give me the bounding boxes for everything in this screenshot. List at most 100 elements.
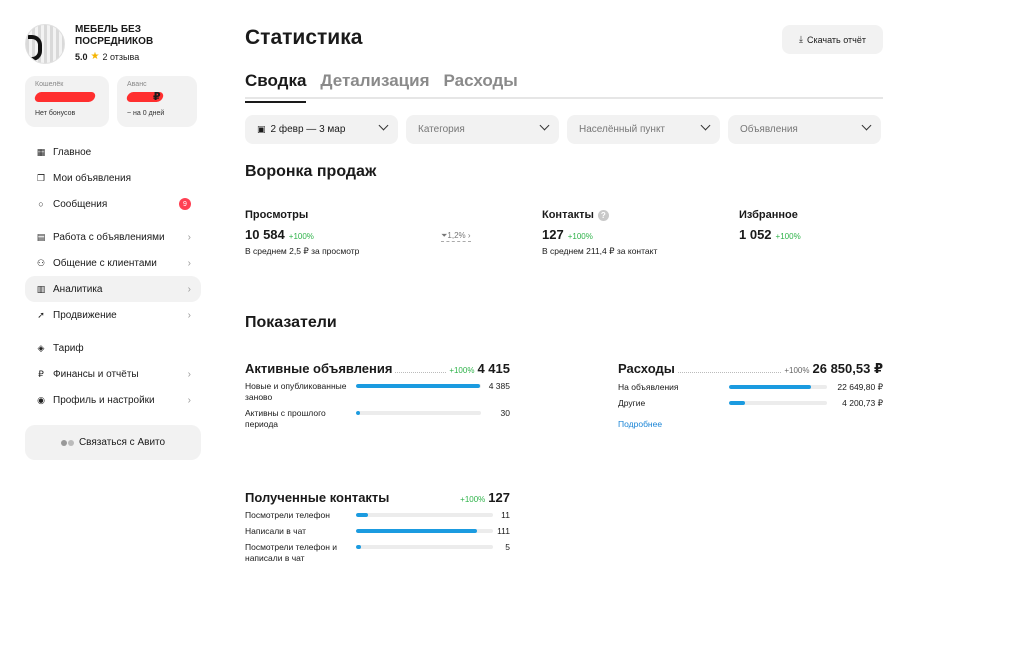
- nav-item-tariff[interactable]: ◈ Тариф: [25, 335, 201, 361]
- list-icon: ▤: [36, 231, 46, 242]
- conversion-value: 1,2%: [447, 231, 466, 240]
- contact-avito-button[interactable]: Связаться с Авито: [25, 425, 201, 460]
- views-value: 10 584: [245, 227, 285, 242]
- nav-item-main[interactable]: ▦ Главное: [25, 139, 201, 165]
- nav-item-finance[interactable]: ₽ Финансы и отчёты ›: [25, 361, 201, 387]
- progress-fill: [356, 513, 369, 517]
- chart-icon: ▥: [36, 283, 46, 294]
- chevron-down-icon: [700, 120, 711, 131]
- chevron-down-icon: [861, 120, 872, 131]
- favorites-change: +100%: [775, 232, 801, 241]
- sales-funnel: Просмотры 10 584 +100% В среднем 2,5 ₽ за…: [245, 209, 883, 264]
- active-ads-value: 4 415: [477, 361, 510, 376]
- category-select[interactable]: Категория: [406, 115, 559, 144]
- nav-label: Главное: [53, 146, 92, 158]
- nav-item-analytics[interactable]: ▥ Аналитика ›: [25, 276, 201, 302]
- wallet-card[interactable]: Кошелёк Нет бонусов: [25, 76, 109, 127]
- views-label: Просмотры: [245, 209, 309, 221]
- city-select[interactable]: Населённый пункт: [567, 115, 720, 144]
- tab-details[interactable]: Детализация: [320, 69, 429, 97]
- sidebar-nav: ▦ Главное ❐ Мои объявления ○ Сообщения 9 ▤ Ра…: [25, 139, 201, 413]
- nav-item-my-ads[interactable]: ❐ Мои объявления: [25, 165, 201, 191]
- conversion-rate[interactable]: ⏷1,2% ›: [441, 231, 471, 242]
- row-label: На объявления: [618, 382, 679, 392]
- metric-row: На объявления 22 649,80 ₽: [618, 382, 883, 393]
- progress-bar: [356, 513, 493, 517]
- funnel-views: Просмотры 10 584 +100% В среднем 2,5 ₽ за…: [245, 209, 359, 257]
- chevron-down-icon: [539, 120, 550, 131]
- chat-icon: ○: [38, 199, 44, 209]
- active-ads-title: Активные объявления: [245, 361, 393, 376]
- contacts-avg: В среднем 211,4 ₽ за контакт: [542, 246, 658, 256]
- received-contacts-title: Полученные контакты: [245, 490, 390, 505]
- reviews-count: 2 отзыва: [102, 51, 140, 62]
- progress-bar: [356, 384, 481, 388]
- contacts-label: Контакты: [542, 209, 594, 221]
- metric-row: Посмотрели телефон 11: [245, 510, 510, 521]
- received-contacts-block: Полученные контакты +100% 127 Посмотрели…: [245, 490, 510, 564]
- copy-icon: ❐: [36, 172, 46, 183]
- nav-item-profile[interactable]: ◉ Профиль и настройки ›: [25, 387, 201, 413]
- nav-item-clients[interactable]: ⚇ Общение с клиентами ›: [25, 250, 201, 276]
- advance-card[interactable]: Аванс ₽ ~ на 0 дней: [117, 76, 197, 127]
- download-report-button[interactable]: ⤓ Скачать отчёт: [782, 25, 883, 54]
- nav-item-ads-work[interactable]: ▤ Работа с объявлениями ›: [25, 224, 201, 250]
- tab-expenses[interactable]: Расходы: [444, 69, 518, 97]
- profile-rating[interactable]: 5.0 ★ 2 отзыва: [75, 51, 175, 62]
- advance-value: ₽: [125, 90, 187, 104]
- nav-label: Аналитика: [53, 283, 103, 295]
- nav-label: Продвижение: [53, 309, 117, 321]
- nav-label: Тариф: [53, 342, 84, 354]
- expenses-block: Расходы +100% 26 850,53 ₽ На объявления 2…: [618, 361, 883, 429]
- views-avg: В среднем 2,5 ₽ за просмотр: [245, 246, 360, 256]
- row-label: Другие: [618, 398, 646, 408]
- profile[interactable]: МЕБЕЛЬ БЕЗ ПОСРЕДНИКОВ 5.0 ★ 2 отзыва: [25, 20, 201, 68]
- advance-label: Аванс: [127, 81, 147, 88]
- nav-label: Профиль и настройки: [53, 394, 155, 406]
- profile-name[interactable]: МЕБЕЛЬ БЕЗ ПОСРЕДНИКОВ: [75, 24, 175, 48]
- chevron-right-icon: ›: [187, 368, 191, 380]
- progress-bar: [729, 401, 827, 405]
- avatar[interactable]: [25, 24, 65, 64]
- wallet-sub: Нет бонусов: [35, 110, 76, 117]
- ruble-icon: ₽: [38, 368, 44, 379]
- progress-fill: [356, 384, 481, 388]
- help-icon[interactable]: ?: [597, 209, 609, 221]
- star-icon: ★: [90, 51, 100, 62]
- row-value: 4 385: [488, 381, 510, 391]
- funnel-favorites: Избранное 1 052 +100%: [739, 209, 801, 242]
- row-label: Активны с прошлого периода: [245, 408, 326, 429]
- download-icon: ⤓: [799, 34, 803, 44]
- tab-summary[interactable]: Сводка: [245, 69, 307, 103]
- funnel-title: Воронка продаж: [245, 163, 377, 180]
- row-label: Написали в чат: [245, 526, 307, 536]
- expenses-change: +100%: [784, 366, 810, 375]
- nav-label: Сообщения: [53, 198, 108, 210]
- progress-fill: [356, 545, 362, 549]
- wallet-label: Кошелёк: [35, 81, 64, 88]
- expenses-title: Расходы: [618, 361, 675, 376]
- nav-label: Работа с объявлениями: [53, 231, 165, 243]
- date-range-select[interactable]: ▣ 2 февр — 3 мар: [245, 115, 398, 144]
- favorites-value: 1 052: [739, 227, 772, 242]
- row-label: Новые и опубликованные заново: [245, 381, 347, 402]
- nav-item-messages[interactable]: ○ Сообщения 9: [25, 191, 201, 217]
- progress-bar: [356, 545, 493, 549]
- filters: ▣ 2 февр — 3 мар Категория Населённый пу…: [245, 115, 883, 144]
- chevron-right-icon: ›: [187, 394, 191, 406]
- user-icon: ◉: [37, 394, 45, 405]
- row-label: Посмотрели телефон и написали в чат: [245, 542, 338, 563]
- ads-select[interactable]: Объявления: [728, 115, 881, 144]
- row-value: 5: [505, 542, 510, 552]
- progress-fill: [356, 529, 477, 533]
- more-link[interactable]: Подробнее: [618, 419, 883, 429]
- chevron-right-icon: ›: [187, 231, 191, 243]
- nav-item-promotion[interactable]: ➚ Продвижение ›: [25, 302, 201, 328]
- wallet-value: [33, 90, 99, 104]
- contact-button-label: Связаться с Авито: [78, 437, 166, 448]
- views-change: +100%: [288, 232, 314, 241]
- active-ads-block: Активные объявления +100% 4 415 Новые и …: [245, 361, 510, 430]
- progress-fill: [729, 385, 812, 389]
- progress-bar: [356, 411, 481, 415]
- metric-row: Другие 4 200,73 ₽: [618, 398, 883, 409]
